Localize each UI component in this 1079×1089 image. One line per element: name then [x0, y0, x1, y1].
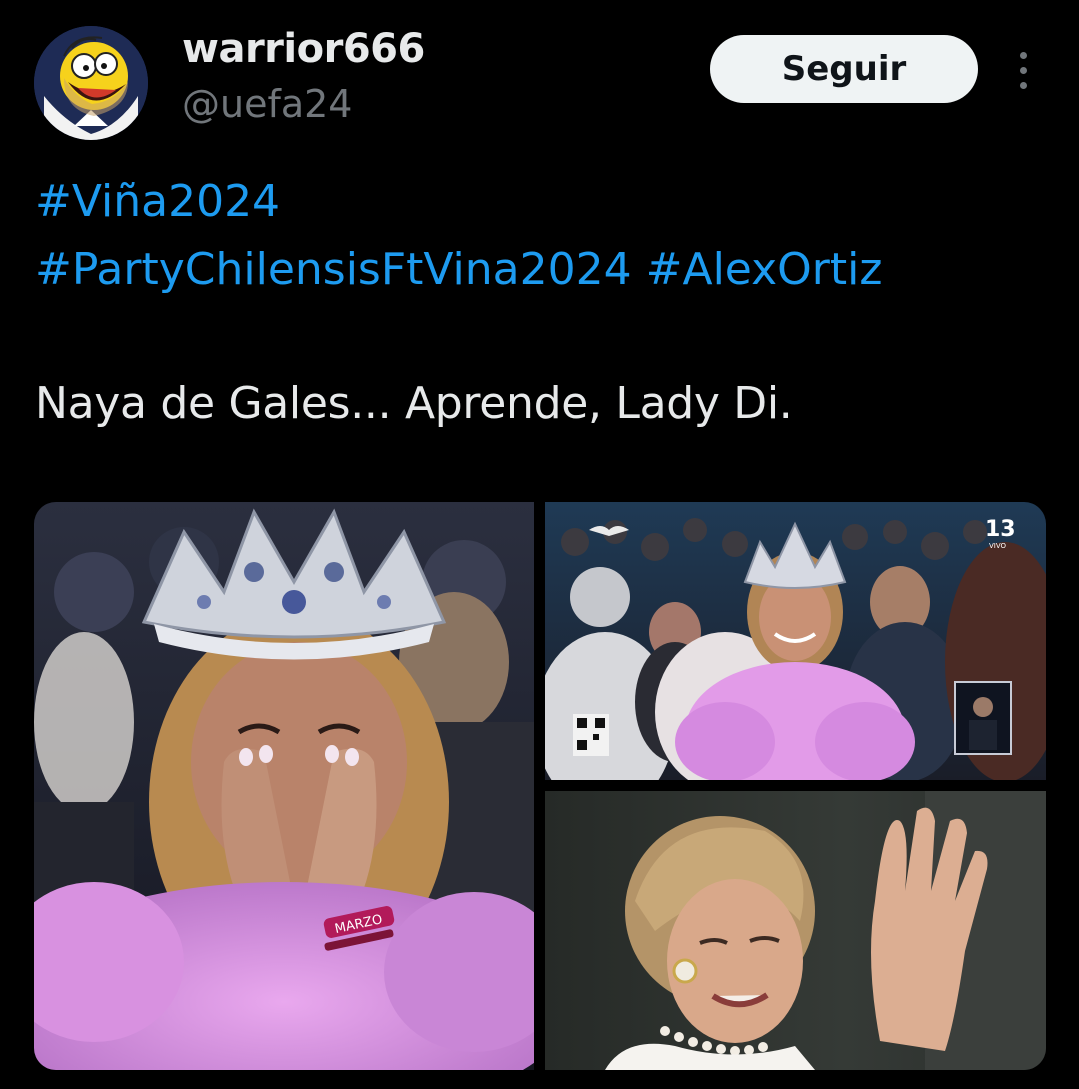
author-display-name[interactable]: warrior666 — [182, 26, 425, 72]
media-photo-crowned-woman[interactable]: MARZO — [34, 502, 534, 1070]
hashtag-link[interactable]: #PartyChilensisFtVina2024 — [35, 244, 632, 295]
more-vertical-icon[interactable] — [1006, 44, 1040, 96]
more-dot — [1019, 51, 1027, 59]
broadcast-image: 13 VIVO — [545, 502, 1046, 780]
hashtag-link[interactable]: #AlexOrtiz — [646, 244, 883, 295]
media-photo-broadcast[interactable]: 13 VIVO — [545, 502, 1046, 780]
author-handle[interactable]: @uefa24 — [182, 82, 352, 126]
tweet-text: #Viña2024 #PartyChilensisFtVina2024 #Ale… — [35, 168, 1055, 438]
channel-live-label: VIVO — [989, 542, 1007, 550]
homer-avatar-icon — [34, 26, 148, 140]
channel-badge: 13 — [985, 517, 1016, 542]
crowned-woman-image: MARZO — [34, 502, 534, 1070]
author-avatar[interactable] — [34, 26, 148, 140]
follow-button[interactable]: Seguir — [710, 35, 978, 103]
hashtag-line-1: #Viña2024 — [35, 168, 1055, 236]
hashtag-link[interactable]: #Viña2024 — [35, 176, 280, 227]
waving-woman-image — [545, 791, 1046, 1070]
tweet-body: Naya de Gales... Aprende, Lady Di. — [35, 378, 793, 429]
media-grid: MARZO 13 VIVO — [34, 502, 1046, 1070]
media-photo-waving-woman[interactable] — [545, 791, 1046, 1070]
hashtag-line-2: #PartyChilensisFtVina2024 #AlexOrtiz — [35, 236, 1055, 304]
more-dot — [1019, 81, 1027, 89]
more-dot — [1019, 66, 1027, 74]
